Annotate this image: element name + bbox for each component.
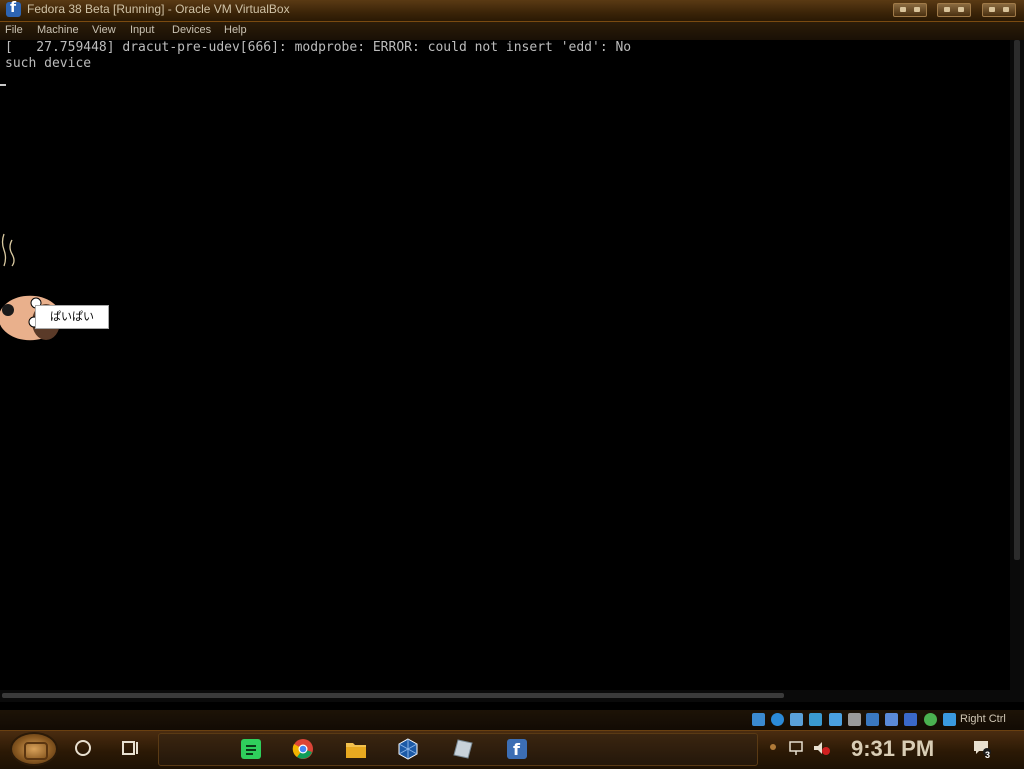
chrome-icon[interactable] <box>292 738 314 760</box>
menu-file[interactable]: File <box>5 24 23 36</box>
audio-icon[interactable] <box>790 713 803 726</box>
sticker-label: ぱいぱい <box>35 305 109 329</box>
vertical-scroll-thumb[interactable] <box>1014 40 1020 560</box>
menu-view[interactable]: View <box>92 24 116 36</box>
menu-devices[interactable]: Devices <box>172 24 211 36</box>
window-titlebar[interactable]: Fedora 38 Beta [Running] - Oracle VM Vir… <box>0 0 1024 22</box>
console-line: such device <box>5 56 92 71</box>
menu-input[interactable]: Input <box>130 24 154 36</box>
maximize-button[interactable] <box>937 3 971 17</box>
network-icon[interactable] <box>809 713 822 726</box>
recording-icon[interactable] <box>885 713 898 726</box>
close-button[interactable] <box>982 3 1016 17</box>
network-tray-icon[interactable] <box>788 740 806 756</box>
horizontal-scrollbar[interactable] <box>0 690 1024 702</box>
search-circle-icon[interactable] <box>73 738 93 758</box>
usb-icon[interactable] <box>829 713 842 726</box>
volume-muted-icon[interactable] <box>812 740 830 756</box>
start-button[interactable] <box>10 732 58 766</box>
task-view-icon[interactable] <box>120 738 140 758</box>
optical-drive-icon[interactable] <box>771 713 784 726</box>
menu-bar: File Machine View Input Devices Help <box>0 22 1024 40</box>
virtualbox-icon[interactable] <box>397 738 419 760</box>
menu-help[interactable]: Help <box>224 24 247 36</box>
show-hidden-icons-icon[interactable] <box>767 741 779 753</box>
vm-console-screen[interactable]: [ 27.759448] dracut-pre-udev[666]: modpr… <box>0 40 1010 690</box>
menu-machine[interactable]: Machine <box>37 24 79 36</box>
cpu-icon[interactable] <box>924 713 937 726</box>
host-key-label: Right Ctrl <box>960 713 1006 725</box>
window-title: Fedora 38 Beta [Running] - Oracle VM Vir… <box>27 2 290 16</box>
shared-folders-icon[interactable] <box>848 713 861 726</box>
console-cursor <box>0 84 6 86</box>
mouse-integration-icon[interactable] <box>943 713 956 726</box>
horizontal-scroll-thumb[interactable] <box>2 693 784 698</box>
notepad-icon[interactable] <box>452 738 474 760</box>
minimize-button[interactable] <box>893 3 927 17</box>
spotify-icon[interactable] <box>240 738 262 760</box>
notification-count-badge: 3 <box>985 750 991 760</box>
vertical-scrollbar[interactable] <box>1010 40 1024 692</box>
fedora-icon[interactable]: f <box>506 738 528 760</box>
svg-text:f: f <box>513 740 521 759</box>
desktop-mascot-image[interactable] <box>0 228 70 348</box>
console-line: [ 27.759448] dracut-pre-udev[666]: modpr… <box>5 40 632 55</box>
display-icon[interactable] <box>866 713 879 726</box>
video-capture-icon[interactable] <box>904 713 917 726</box>
file-explorer-icon[interactable] <box>345 738 367 760</box>
fedora-app-icon <box>6 0 21 17</box>
hard-disk-icon[interactable] <box>752 713 765 726</box>
taskbar-clock[interactable]: 9:31 PM <box>851 736 934 762</box>
